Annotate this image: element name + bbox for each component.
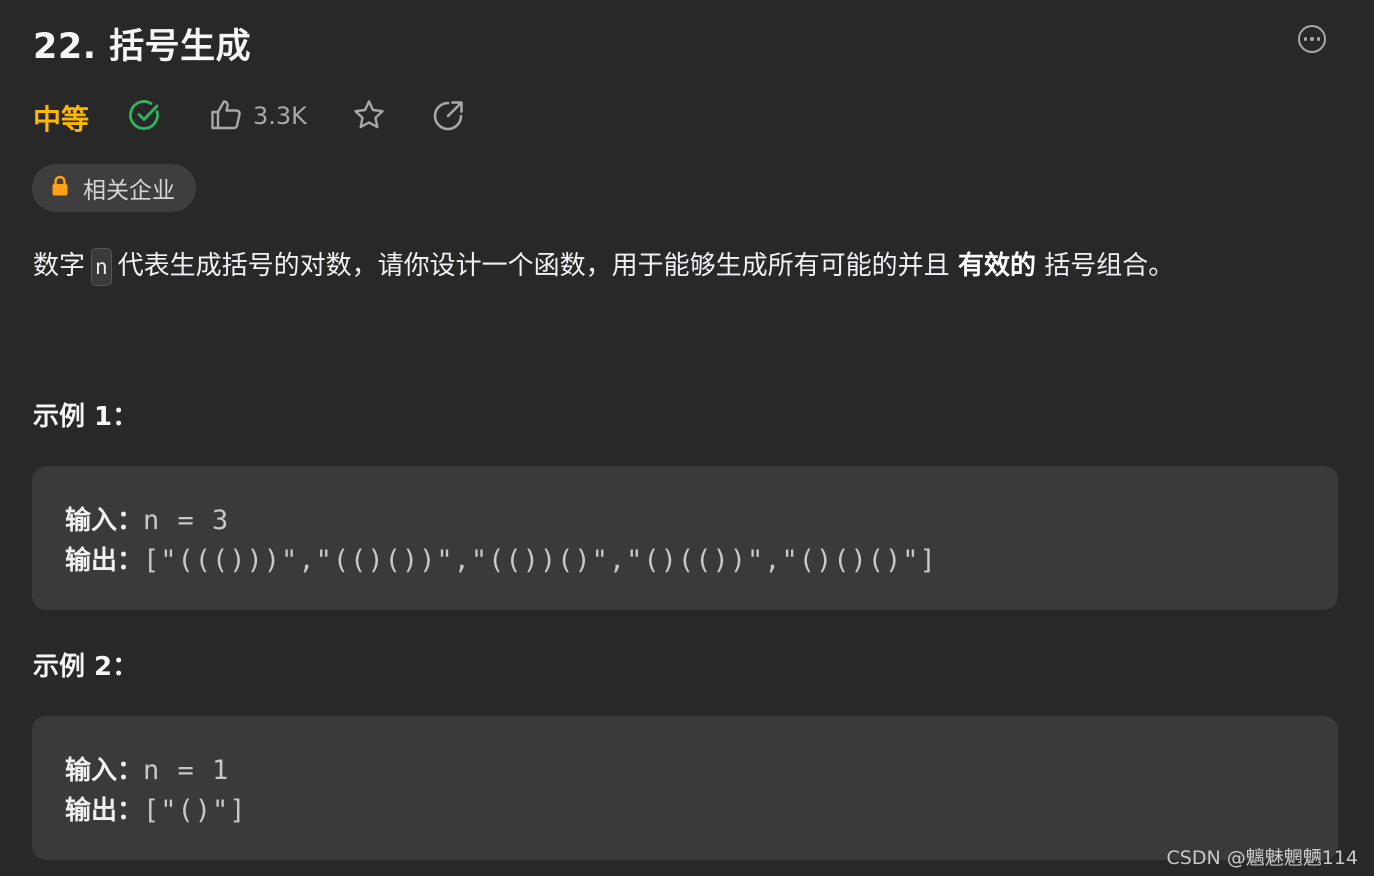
description-text: 数字 — [33, 251, 86, 281]
example-output-line: 输出：["()"] — [65, 790, 247, 827]
example-input-line: 输入：n = 3 — [65, 500, 229, 537]
description-text: 代表生成括号的对数，请你设计一个函数，用于能够生成所有可能的并且 — [117, 251, 950, 281]
input-value: n = 1 — [143, 755, 230, 786]
problem-title: 22. 括号生成 — [33, 27, 252, 67]
output-value: ["((()))","(()())","(())()","()(())","()… — [143, 545, 937, 576]
example-heading: 示例 1： — [33, 402, 139, 432]
inline-code: n — [91, 247, 112, 286]
example-output-line: 输出：["((()))","(()())","(())()","()(())",… — [65, 540, 937, 577]
input-label: 输入： — [65, 506, 144, 536]
watermark: CSDN @魑魅魍魉114 — [1166, 847, 1358, 869]
problem-page: 22. 括号生成 中等 3.3K 相关企业 数字 n 代表生成括号的对数，请你设… — [0, 0, 1374, 876]
example-heading: 示例 2： — [33, 652, 139, 682]
lock-icon — [51, 175, 69, 201]
output-label: 输出： — [65, 546, 144, 576]
related-companies-label: 相关企业 — [83, 178, 175, 204]
problem-description: 数字 n 代表生成括号的对数，请你设计一个函数，用于能够生成所有可能的并且 有效的 … — [33, 247, 1174, 286]
more-options-button[interactable] — [1298, 25, 1326, 53]
output-label: 输出： — [65, 796, 144, 826]
more-icon-dot — [1310, 37, 1314, 41]
example-code-block: 输入：n = 1 输出：["()"] — [32, 716, 1338, 860]
share-icon — [432, 101, 466, 136]
problem-meta-row: 中等 3.3K — [33, 96, 533, 136]
description-text: 括号组合。 — [1044, 251, 1175, 281]
more-icon-dot — [1316, 37, 1321, 41]
solved-check-icon — [128, 98, 162, 136]
difficulty-badge: 中等 — [33, 103, 90, 136]
share-button[interactable] — [432, 98, 466, 136]
example-code-block: 输入：n = 3 输出：["((()))","(()())","(())()",… — [32, 466, 1338, 610]
input-value: n = 3 — [143, 505, 230, 536]
star-icon — [352, 100, 386, 136]
more-icon — [1303, 37, 1308, 41]
description-emphasis: 有效的 — [957, 251, 1036, 281]
input-label: 输入： — [65, 756, 144, 786]
related-companies-tag[interactable]: 相关企业 — [32, 164, 196, 212]
example-input-line: 输入：n = 1 — [65, 750, 229, 787]
favorite-button[interactable] — [352, 98, 386, 136]
output-value: ["()"] — [143, 795, 247, 826]
like-count: 3.3K — [253, 102, 307, 130]
like-button[interactable] — [209, 98, 243, 136]
thumbs-up-icon — [209, 100, 243, 136]
